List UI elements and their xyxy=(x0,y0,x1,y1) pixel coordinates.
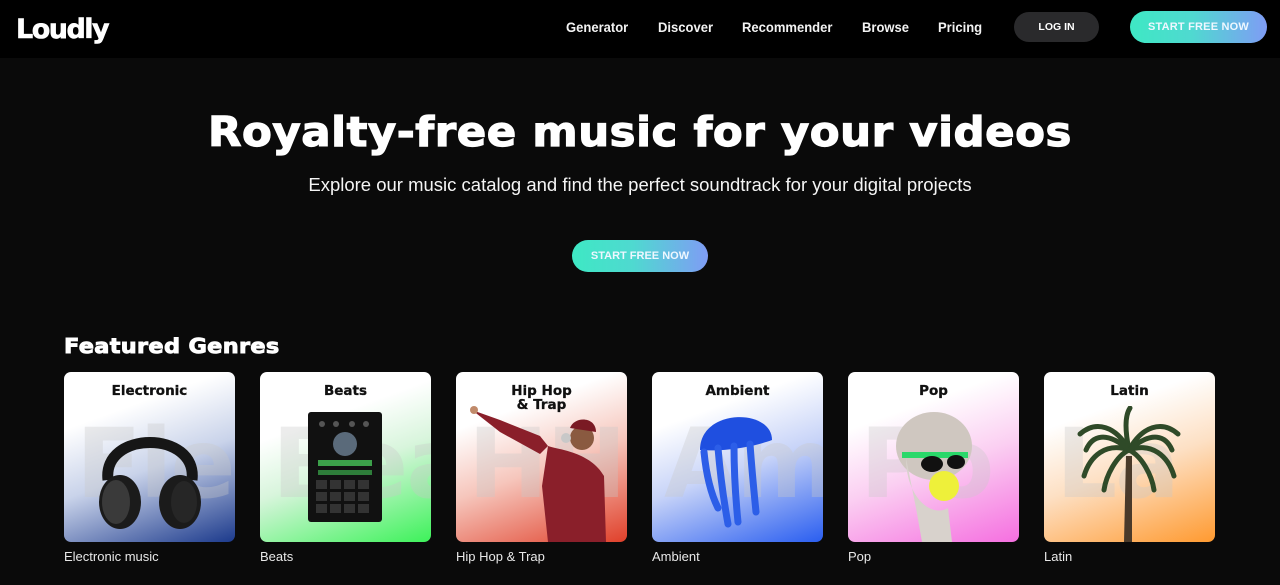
logo[interactable]: Loudly xyxy=(16,14,110,46)
genre-card-image[interactable]: Beats Bea xyxy=(260,372,431,542)
headphones-icon xyxy=(99,437,201,529)
start-free-now-hero-button[interactable]: START FREE NOW xyxy=(572,240,708,272)
hero-subtitle: Explore our music catalog and find the p… xyxy=(308,174,972,195)
genre-card-title: Hip Hop & Trap xyxy=(511,383,572,413)
nav-generator[interactable]: Generator xyxy=(566,19,628,35)
genre-caption[interactable]: Electronic music xyxy=(64,549,235,564)
genre-card-image[interactable]: Pop Po xyxy=(848,372,1019,542)
genre-card-title: Beats xyxy=(323,383,368,399)
site-header: Loudly Generator Discover Recommender Br… xyxy=(0,0,1280,58)
genre-card-hip-hop-trap[interactable]: Hip Hop & Trap HH Hip Hop & Trap xyxy=(456,372,627,564)
genre-caption[interactable]: Pop xyxy=(848,549,1019,564)
hero-title: Royalty-free music for your videos xyxy=(207,107,1072,156)
genre-card-title: Pop xyxy=(919,383,948,399)
rapper-icon xyxy=(470,406,606,542)
genre-card-image[interactable]: Latin La xyxy=(1044,372,1215,542)
genre-card-pop[interactable]: Pop Po Pop xyxy=(848,372,1019,564)
login-button[interactable]: LOG IN xyxy=(1014,12,1099,42)
featured-genres-title: Featured Genres xyxy=(63,334,280,359)
genre-card-image[interactable]: Ambient Am xyxy=(652,372,823,542)
jellyfish-icon xyxy=(700,417,772,528)
nav-recommender[interactable]: Recommender xyxy=(742,19,832,35)
genre-caption[interactable]: Beats xyxy=(260,549,431,564)
statue-bubblegum-icon xyxy=(896,412,972,542)
genre-card-image[interactable]: Electronic Ele xyxy=(64,372,235,542)
drum-machine-icon xyxy=(308,412,382,522)
nav-pricing[interactable]: Pricing xyxy=(938,19,982,35)
genre-card-electronic[interactable]: Electronic Ele Electronic music xyxy=(64,372,235,564)
nav-discover[interactable]: Discover xyxy=(658,19,713,35)
genre-card-image[interactable]: Hip Hop & Trap HH xyxy=(456,372,627,542)
genre-card-title: Electronic xyxy=(111,383,188,399)
genre-card-ambient[interactable]: Ambient Am Ambient xyxy=(652,372,823,564)
genre-caption[interactable]: Ambient xyxy=(652,549,823,564)
genre-card-latin[interactable]: Latin La Latin xyxy=(1044,372,1215,564)
nav-browse[interactable]: Browse xyxy=(862,19,909,35)
start-free-now-header-button[interactable]: START FREE NOW xyxy=(1130,11,1267,43)
genre-card-title: Ambient xyxy=(705,383,770,399)
genre-caption[interactable]: Latin xyxy=(1044,549,1215,564)
genre-card-beats[interactable]: Beats Bea Beats xyxy=(260,372,431,564)
palm-tree-icon xyxy=(1077,406,1181,542)
genre-caption[interactable]: Hip Hop & Trap xyxy=(456,549,627,564)
genre-card-title: Latin xyxy=(1110,383,1149,399)
